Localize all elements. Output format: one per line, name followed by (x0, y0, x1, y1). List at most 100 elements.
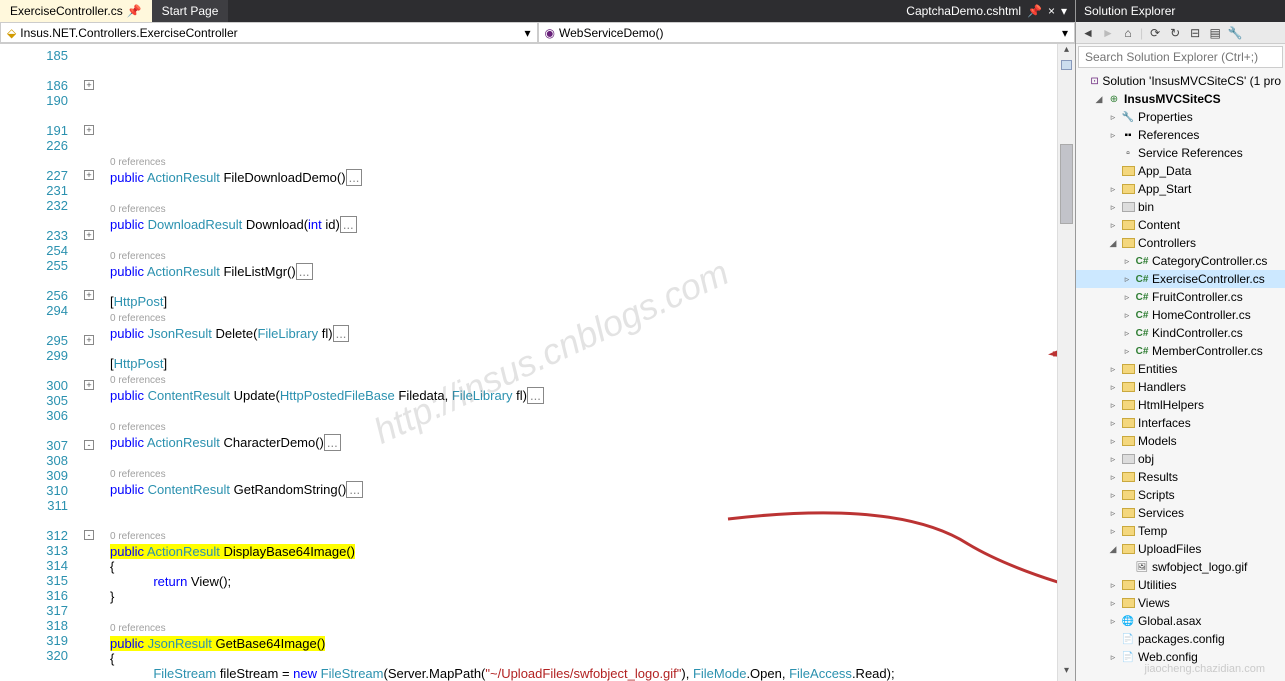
scroll-thumb[interactable] (1060, 144, 1073, 224)
back-icon[interactable]: ◄ (1080, 25, 1096, 41)
folder-icon (1122, 166, 1135, 176)
tree-item-references[interactable]: ▹▪▪References (1076, 126, 1285, 144)
tree-item-exercisecontroller[interactable]: ▹C#ExerciseController.cs (1076, 270, 1285, 288)
tab-label: CaptchaDemo.cshtml (906, 4, 1021, 18)
folder-icon (1122, 382, 1135, 392)
folder-icon (1122, 580, 1135, 590)
file-icon: 🌐 (1121, 614, 1135, 628)
folder-icon (1122, 238, 1135, 248)
solution-explorer-panel: Solution Explorer ◄ ► ⌂ | ⟳ ↻ ⊟ ▤ 🔧 ⊡Sol… (1075, 0, 1285, 681)
tree-item-packages[interactable]: 📄packages.config (1076, 630, 1285, 648)
tree-item-models[interactable]: ▹Models (1076, 432, 1285, 450)
folder-icon (1122, 202, 1135, 212)
class-name: Insus.NET.Controllers.ExerciseController (20, 26, 237, 40)
folder-icon (1122, 544, 1135, 554)
properties-icon[interactable]: 🔧 (1227, 25, 1243, 41)
tree-item-interfaces[interactable]: ▹Interfaces (1076, 414, 1285, 432)
tree-item-kindcontroller[interactable]: ▹C#KindController.cs (1076, 324, 1285, 342)
folder-icon (1122, 526, 1135, 536)
folder-icon (1122, 598, 1135, 608)
tree-item-handlers[interactable]: ▹Handlers (1076, 378, 1285, 396)
csharp-icon: C# (1135, 272, 1149, 286)
sync-icon[interactable]: ⟳ (1147, 25, 1163, 41)
tree-item-bin[interactable]: ▹bin (1076, 198, 1285, 216)
search-box[interactable] (1078, 46, 1283, 68)
method-name: WebServiceDemo() (559, 26, 663, 40)
footer-watermark: jiaocheng.chazidian.com (1145, 663, 1265, 675)
tab-active[interactable]: ExerciseController.cs 📌 (0, 0, 152, 22)
tree-item-uploadfiles[interactable]: ◢UploadFiles (1076, 540, 1285, 558)
tree-item-membercontroller[interactable]: ▹C#MemberController.cs (1076, 342, 1285, 360)
tree-item-servicerefs[interactable]: ▫Service References (1076, 144, 1285, 162)
tab-startpage[interactable]: Start Page (152, 0, 229, 22)
tree-item-obj[interactable]: ▹obj (1076, 450, 1285, 468)
tree-item-utilities[interactable]: ▹Utilities (1076, 576, 1285, 594)
scroll-down-icon[interactable]: ▾ (1058, 665, 1075, 681)
csharp-icon: C# (1135, 308, 1149, 322)
code-area[interactable]: http://insus.cnblogs.com 0 referencespub… (98, 44, 1057, 681)
solution-icon: ⊡ (1090, 74, 1100, 88)
code-editor[interactable]: 185 186190 191226 227231232 233254255 25… (0, 44, 1075, 681)
file-icon: 📄 (1121, 632, 1135, 646)
close-icon[interactable]: × (1048, 4, 1055, 18)
pin-icon[interactable]: 📌 (127, 4, 142, 18)
tree-item-entities[interactable]: ▹Entities (1076, 360, 1285, 378)
tree-item-appstart[interactable]: ▹App_Start (1076, 180, 1285, 198)
folder-icon (1122, 184, 1135, 194)
method-icon: ◉ (545, 26, 555, 40)
refresh-icon[interactable]: ↻ (1167, 25, 1183, 41)
tree-item-views[interactable]: ▹Views (1076, 594, 1285, 612)
folder-icon (1122, 472, 1135, 482)
tree-item-services[interactable]: ▹Services (1076, 504, 1285, 522)
tree-item-categorycontroller[interactable]: ▹C#CategoryController.cs (1076, 252, 1285, 270)
chevron-down-icon: ▾ (1062, 26, 1068, 40)
tree-item-homecontroller[interactable]: ▹C#HomeController.cs (1076, 306, 1285, 324)
tab-right[interactable]: CaptchaDemo.cshtml 📌 × ▾ (898, 0, 1075, 22)
tree-item-global[interactable]: ▹🌐Global.asax (1076, 612, 1285, 630)
showall-icon[interactable]: ▤ (1207, 25, 1223, 41)
collapse-icon[interactable]: ⊟ (1187, 25, 1203, 41)
tree-item-htmlhelpers[interactable]: ▹HtmlHelpers (1076, 396, 1285, 414)
tree-item-fruitcontroller[interactable]: ▹C#FruitController.cs (1076, 288, 1285, 306)
tree-item-results[interactable]: ▹Results (1076, 468, 1285, 486)
csharp-icon: C# (1135, 344, 1149, 358)
panel-toolbar: ◄ ► ⌂ | ⟳ ↻ ⊟ ▤ 🔧 (1076, 22, 1285, 44)
tree-item-temp[interactable]: ▹Temp (1076, 522, 1285, 540)
file-icon: 📄 (1121, 650, 1135, 664)
vertical-scrollbar[interactable]: ▴ ▾ (1057, 44, 1075, 681)
solution-node[interactable]: ⊡Solution 'InsusMVCSiteCS' (1 pro (1076, 72, 1285, 90)
image-icon: 🖼 (1135, 560, 1149, 574)
dropdown-icon[interactable]: ▾ (1061, 4, 1067, 18)
folder-icon (1122, 400, 1135, 410)
refs-icon: ▪▪ (1121, 128, 1135, 142)
folder-icon (1122, 220, 1135, 230)
folder-icon (1122, 454, 1135, 464)
folder-icon (1122, 436, 1135, 446)
tree-item-controllers[interactable]: ◢Controllers (1076, 234, 1285, 252)
csharp-icon: C# (1135, 254, 1149, 268)
method-selector[interactable]: ◉ WebServiceDemo() ▾ (538, 22, 1076, 43)
solution-tree[interactable]: ⊡Solution 'InsusMVCSiteCS' (1 pro ◢⊕Insu… (1076, 70, 1285, 681)
search-input[interactable] (1079, 47, 1282, 67)
tree-item-swfobject[interactable]: 🖼swfobject_logo.gif (1076, 558, 1285, 576)
tree-item-appdata[interactable]: App_Data (1076, 162, 1285, 180)
fold-gutter[interactable]: + + + + + + + - - (80, 44, 98, 681)
panel-title: Solution Explorer (1076, 0, 1285, 22)
tab-label: ExerciseController.cs (10, 4, 123, 18)
class-selector[interactable]: ⬙ Insus.NET.Controllers.ExerciseControll… (0, 22, 538, 43)
project-icon: ⊕ (1107, 92, 1121, 106)
csharp-icon: C# (1135, 290, 1149, 304)
folder-icon (1122, 508, 1135, 518)
home-icon[interactable]: ⌂ (1120, 25, 1136, 41)
tree-item-properties[interactable]: ▹🔧Properties (1076, 108, 1285, 126)
csharp-icon: C# (1135, 326, 1149, 340)
tab-label: Start Page (162, 4, 219, 18)
tree-item-scripts[interactable]: ▹Scripts (1076, 486, 1285, 504)
tree-item-content[interactable]: ▹Content (1076, 216, 1285, 234)
project-node[interactable]: ◢⊕InsusMVCSiteCS (1076, 90, 1285, 108)
split-box[interactable] (1061, 60, 1072, 70)
chevron-down-icon: ▾ (524, 26, 530, 40)
pin-icon[interactable]: 📌 (1027, 4, 1042, 18)
scroll-up-icon[interactable]: ▴ (1058, 44, 1075, 60)
fwd-icon[interactable]: ► (1100, 25, 1116, 41)
